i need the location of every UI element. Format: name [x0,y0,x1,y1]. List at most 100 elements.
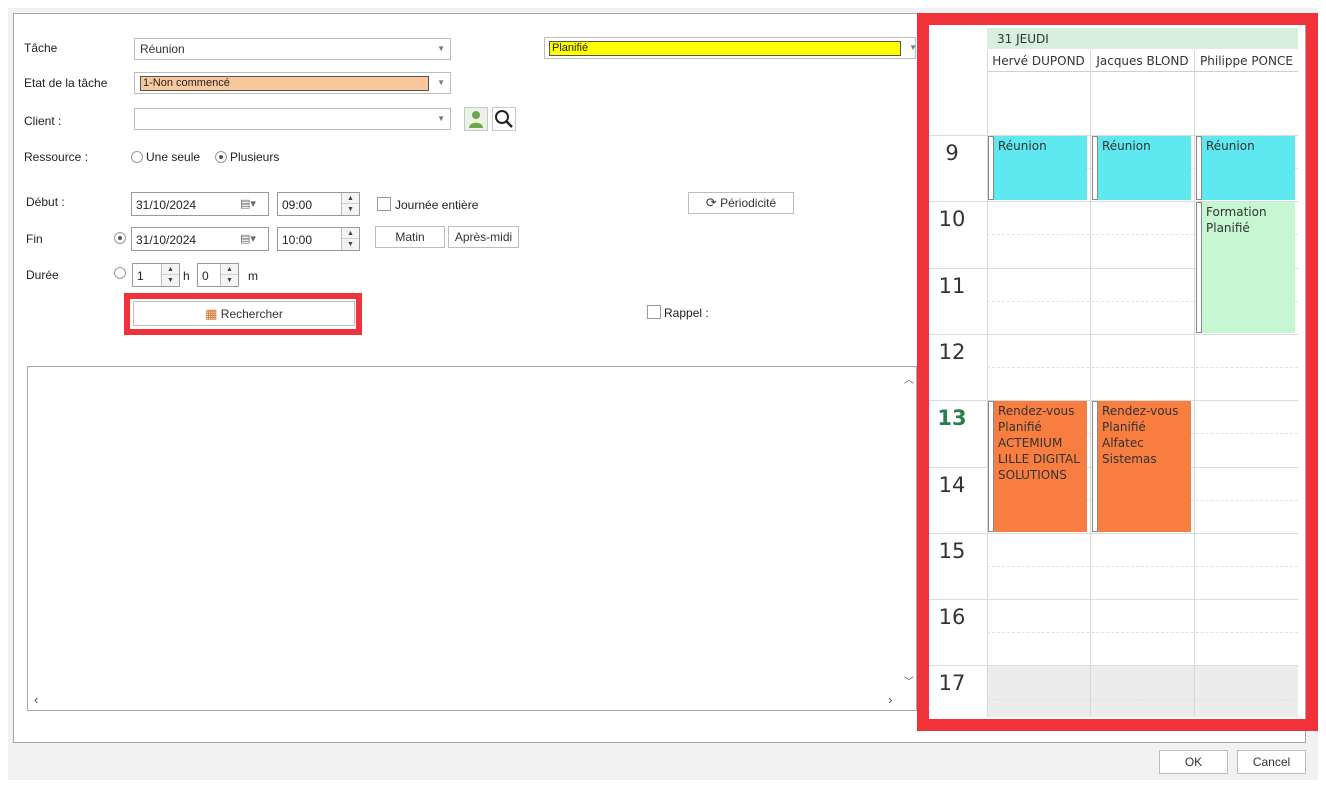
spin-up-icon[interactable]: ▲ [342,193,359,204]
half-hour-line [987,565,1298,567]
spin-up-icon[interactable]: ▲ [342,228,359,239]
journee-entiere-checkbox[interactable] [377,197,391,211]
journee-entiere-label: Journée entière [395,198,479,212]
status-value: Planifié [549,41,901,56]
appointment-text: Alfatec [1102,436,1144,451]
column-separator [1194,50,1195,717]
fin-date-field[interactable]: 31/10/2024 ▤▾ [131,227,269,251]
appointment-text: ACTEMIUM [998,436,1063,451]
etat-select[interactable]: 1-Non commencé ▼ [134,72,451,94]
periodicite-button[interactable]: ⟳ Périodicité [688,192,794,214]
ressource-label: Ressource : [24,150,89,164]
client-select[interactable]: ▼ [134,108,451,130]
appointment[interactable]: Rendez-vous Planifié ACTEMIUM LILLE DIGITAL… [988,401,1087,532]
hour-label: 13 [937,406,967,431]
fin-radio[interactable] [114,232,126,244]
resource-header: Philippe PONCE [1195,50,1298,72]
appointment-text: LILLE DIGITAL [998,452,1080,467]
duree-label: Durée [26,268,59,282]
apres-midi-button[interactable]: Après-midi [448,226,519,248]
refresh-icon: ⟳ [705,195,717,210]
fin-time-field[interactable]: 10:00 ▲ ▼ [277,227,360,251]
duree-hours-spinner[interactable]: ▲ ▼ [161,264,179,286]
etat-label: Etat de la tâche [24,76,108,90]
day-header: 31 JEUDI [987,28,1298,49]
appointment[interactable]: Réunion [988,136,1087,201]
chevron-down-icon: ▼ [437,114,445,123]
half-hour-line [987,632,1298,634]
half-hour-line [987,367,1298,369]
hour-label: 14 [938,472,966,497]
appointment-status-bar [1196,136,1202,201]
duree-minutes-field[interactable]: 0 ▲ ▼ [197,263,239,287]
appointment[interactable]: Formation Planifié [1196,202,1295,333]
debut-time-spinner[interactable]: ▲ ▼ [341,193,359,215]
duree-radio[interactable] [114,267,126,279]
resource-header: Jacques BLOND [1091,50,1194,72]
duree-minutes-unit: m [248,269,258,283]
appointment[interactable]: Réunion [1092,136,1191,201]
appointment-text: Formation [1206,205,1267,220]
chevron-down-icon: ▼ [437,44,445,53]
duree-hours-unit: h [183,269,190,283]
spin-down-icon[interactable]: ▼ [342,239,359,250]
client-contact-button[interactable] [464,107,488,131]
spin-up-icon[interactable]: ▲ [221,264,238,275]
appointment[interactable]: Rendez-vous Planifié Alfatec Sistemas [1092,401,1191,532]
results-area[interactable]: ︿ ﹀ ‹ › [27,366,917,711]
fin-time-spinner[interactable]: ▲ ▼ [341,228,359,250]
fin-label: Fin [26,232,43,246]
column-separator [1090,50,1091,717]
debut-time-value: 09:00 [282,198,313,212]
appointment-status-bar [1196,202,1202,333]
rechercher-label: Rechercher [220,307,283,321]
scroll-right-icon[interactable]: › [888,692,892,707]
fin-date-value: 31/10/2024 [136,233,197,247]
ressource-plusieurs-label: Plusieurs [230,150,280,164]
rechercher-button[interactable]: ▦ Rechercher [133,301,355,326]
tache-label: Tâche [24,41,58,55]
appointment-text: SOLUTIONS [998,468,1067,483]
tache-select[interactable]: Réunion ▼ [134,38,451,60]
hour-label: 9 [945,141,959,165]
appointment-text: Réunion [1102,139,1151,153]
scroll-down-icon[interactable]: ﹀ [904,673,914,688]
ressource-une-seule-label: Une seule [146,150,201,164]
hour-label: 12 [938,339,966,364]
hour-line [929,333,1298,335]
debut-date-value: 31/10/2024 [136,198,197,212]
matin-button[interactable]: Matin [375,226,445,248]
client-search-button[interactable] [492,107,516,131]
status-select[interactable]: Planifié ▼ [544,37,917,59]
off-hours-block [987,665,1298,717]
spin-down-icon[interactable]: ▼ [162,275,179,286]
calendar-dropdown-icon[interactable]: ▤▾ [240,197,256,210]
appointment-status-bar [988,401,994,532]
scroll-up-icon[interactable]: ︿ [904,371,914,386]
duree-hours-field[interactable]: 1 ▲ ▼ [132,263,180,287]
hour-line [929,599,1298,601]
spin-down-icon[interactable]: ▼ [342,204,359,215]
ok-button[interactable]: OK [1159,750,1228,774]
day-calendar[interactable]: 31 JEUDI Hervé DUPOND Jacques BLOND Philip… [929,27,1298,717]
spin-down-icon[interactable]: ▼ [221,275,238,286]
appointment[interactable]: Réunion [1196,136,1295,201]
chevron-down-icon: ▼ [437,78,445,87]
rappel-checkbox[interactable] [647,305,661,319]
fin-time-value: 10:00 [282,233,313,247]
hour-line [929,665,1298,667]
ressource-une-seule-radio[interactable] [131,151,143,163]
hour-label: 17 [938,671,966,696]
debut-time-field[interactable]: 09:00 ▲ ▼ [277,192,360,216]
scroll-left-icon[interactable]: ‹ [34,692,38,707]
duree-minutes-spinner[interactable]: ▲ ▼ [220,264,238,286]
cancel-button[interactable]: Cancel [1237,750,1306,774]
appointment-status-bar [988,136,994,201]
hour-label: 15 [938,538,966,563]
hour-line [929,532,1298,534]
debut-date-field[interactable]: 31/10/2024 ▤▾ [131,192,269,216]
hour-label: 16 [938,605,966,630]
spin-up-icon[interactable]: ▲ [162,264,179,275]
ressource-plusieurs-radio[interactable] [215,151,227,163]
calendar-dropdown-icon[interactable]: ▤▾ [240,232,256,245]
